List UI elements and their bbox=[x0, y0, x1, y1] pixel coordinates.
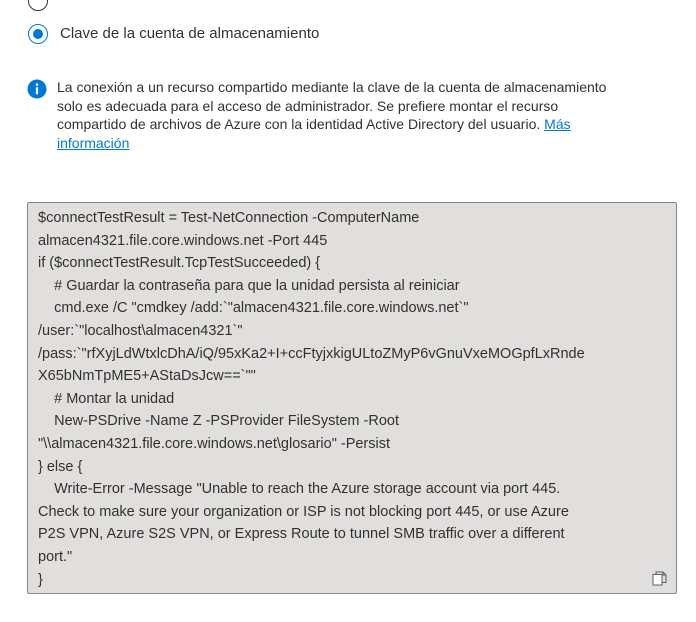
script-line: $connectTestResult = Test-NetConnection … bbox=[38, 210, 420, 226]
script-line: } else { bbox=[38, 458, 83, 475]
script-line: # Guardar la contraseña para que la unid… bbox=[38, 277, 460, 294]
info-message: La conexión a un recurso compartido medi… bbox=[27, 78, 627, 152]
script-line: # Montar la unidad bbox=[38, 390, 175, 407]
script-line: "\\almacen4321.file.core.windows.net\glo… bbox=[38, 435, 391, 452]
info-icon bbox=[27, 79, 47, 99]
radio-option-storage-key[interactable]: Clave de la cuenta de almacenamiento bbox=[28, 24, 319, 44]
script-line: } bbox=[38, 571, 43, 588]
info-text-block: La conexión a un recurso compartido medi… bbox=[57, 78, 627, 152]
script-line: New-PSDrive -Name Z -PSProvider FileSyst… bbox=[38, 413, 399, 430]
script-line: P2S VPN, Azure S2S VPN, or Express Route… bbox=[38, 526, 565, 543]
script-line: almacen4321.file.core.windows.net -Port … bbox=[38, 232, 328, 249]
script-code[interactable]: $connectTestResult = Test-NetConnection … bbox=[38, 207, 668, 591]
script-line: port." bbox=[38, 548, 73, 565]
script-line: Check to make sure your organization or … bbox=[38, 503, 569, 520]
radio-option-label: Clave de la cuenta de almacenamiento bbox=[60, 25, 320, 42]
radio-selected-dot bbox=[33, 29, 43, 39]
script-line: if ($connectTestResult.TcpTestSucceeded)… bbox=[38, 255, 321, 272]
copy-icon[interactable] bbox=[652, 571, 667, 586]
script-line: X65bNmTpME5+AStaDsJcw==`"" bbox=[38, 368, 256, 385]
script-line: /user:`"localhost\almacen4321`" bbox=[38, 322, 243, 339]
connect-script-panel: Clave de la cuenta de almacenamiento La … bbox=[0, 0, 696, 622]
radio-button-selected[interactable] bbox=[28, 24, 48, 44]
script-code-box[interactable]: $connectTestResult = Test-NetConnection … bbox=[27, 202, 677, 594]
info-text: La conexión a un recurso compartido medi… bbox=[57, 79, 607, 132]
script-line: Write-Error -Message "Unable to reach th… bbox=[38, 481, 561, 498]
radio-option-previous[interactable] bbox=[28, 0, 48, 11]
script-line: /pass:`"rfXyjLdWtxlcDhA/iQ/95xKa2+I+ccFt… bbox=[38, 345, 585, 362]
script-line: cmd.exe /C "cmdkey /add:`"almacen4321.fi… bbox=[38, 300, 469, 317]
